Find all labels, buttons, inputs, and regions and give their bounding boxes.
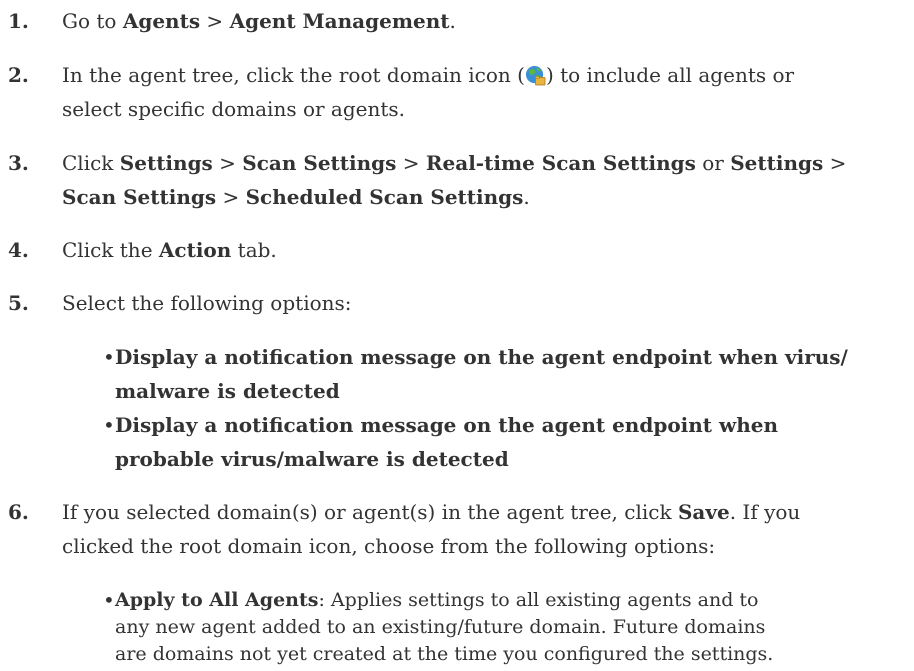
option-label-line-2: malware is detected (115, 379, 340, 403)
bullet-marker: • (103, 345, 115, 369)
menu-agent-management: Agent Management (229, 9, 450, 33)
menu-real-time-scan-settings: Real-time Scan Settings (425, 151, 696, 175)
step-text: Select the following options: (62, 291, 352, 315)
menu-agents: Agents (122, 9, 201, 33)
step-text-line-1: Click Settings > Scan Settings > Real-ti… (62, 151, 847, 175)
step-text-line-2: clicked the root domain icon, choose fro… (62, 534, 716, 558)
menu-scheduled-scan-settings: Scheduled Scan Settings (245, 185, 524, 209)
step-text: Go to Agents > Agent Management. (62, 9, 456, 33)
step-number: 5. (8, 291, 29, 315)
option-label-line-1: Display a notification message on the ag… (115, 413, 779, 437)
save-label: Save (677, 500, 730, 524)
menu-scan-settings: Scan Settings (242, 151, 397, 175)
step-text: Click the Action tab. (62, 238, 277, 262)
step-number: 1. (8, 9, 29, 33)
bullet-marker: • (103, 413, 115, 437)
menu-settings: Settings (730, 151, 824, 175)
step-number: 2. (8, 63, 29, 87)
step-number: 3. (8, 151, 29, 175)
step-number: 4. (8, 238, 29, 262)
apply-description-line-3: are domains not yet created at the time … (115, 643, 774, 665)
menu-settings: Settings (119, 151, 213, 175)
step-text-line-1: If you selected domain(s) or agent(s) in… (62, 500, 801, 524)
option-label-line-2: probable virus/malware is detected (115, 447, 509, 471)
bullet-marker: • (103, 588, 115, 612)
step-text-line-2: select specific domains or agents. (62, 97, 406, 121)
menu-scan-settings: Scan Settings (62, 185, 217, 209)
step-text-line-2: Scan Settings > Scheduled Scan Settings. (62, 185, 530, 209)
apply-to-all-agents-label: Apply to All Agents (115, 589, 319, 611)
step-text-line-1: In the agent tree, click the root domain… (62, 63, 795, 87)
procedure-document: 1. Go to Agents > Agent Management. 2. I… (0, 0, 914, 665)
root-domain-globe-icon (525, 65, 546, 86)
step-number: 6. (8, 500, 29, 524)
option-label-line-1: Display a notification message on the ag… (115, 345, 848, 369)
tab-action-label: Action (158, 238, 232, 262)
